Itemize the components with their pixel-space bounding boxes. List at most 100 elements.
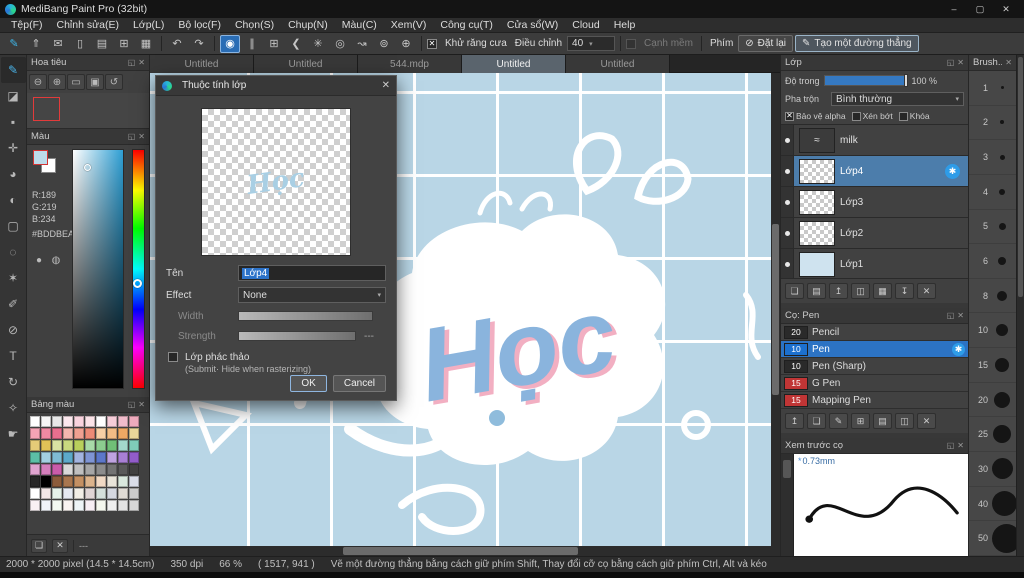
- palette-swatch[interactable]: [30, 452, 40, 463]
- effect-dropdown[interactable]: None ▾: [238, 287, 386, 303]
- brush-size-item[interactable]: 20: [969, 383, 1016, 418]
- brush-action-button[interactable]: ✎: [829, 413, 848, 429]
- brush-row[interactable]: 10 Pen: [781, 341, 968, 358]
- palette-swatch[interactable]: [52, 440, 62, 451]
- palette-swatch[interactable]: [41, 488, 51, 499]
- vertical-scroll-thumb[interactable]: [772, 224, 779, 395]
- vanishing-point-snap-button[interactable]: ❮: [286, 35, 306, 53]
- palette-swatch[interactable]: [30, 488, 40, 499]
- layer-action-button[interactable]: ◫: [851, 283, 870, 299]
- paint-mode-icon[interactable]: ✎: [4, 35, 24, 53]
- palette-swatch[interactable]: [96, 476, 106, 487]
- layer-action-button[interactable]: ❏: [785, 283, 804, 299]
- close-panel-icon[interactable]: ✕: [957, 441, 964, 450]
- palette-swatch[interactable]: [74, 500, 84, 511]
- palette-swatch[interactable]: [74, 416, 84, 427]
- protect-alpha-checkbox[interactable]: ✕: [785, 111, 794, 121]
- palette-swatch[interactable]: [41, 476, 51, 487]
- foreground-color-swatch[interactable]: [33, 150, 48, 165]
- actual-size-button[interactable]: ▣: [86, 74, 104, 90]
- menu-item[interactable]: Help: [607, 19, 643, 31]
- saturation-value-picker[interactable]: [72, 149, 124, 389]
- hue-indicator[interactable]: [133, 278, 142, 288]
- palette-swatch[interactable]: [85, 428, 95, 439]
- brush-row[interactable]: 20 Pencil: [781, 324, 968, 341]
- float-panel-icon[interactable]: ◱: [947, 58, 955, 67]
- cross-snap-button[interactable]: ⊞: [264, 35, 284, 53]
- color-wheel-toggle[interactable]: ●: [32, 253, 46, 267]
- palette-swatch[interactable]: [118, 452, 128, 463]
- palette-swatch[interactable]: [85, 488, 95, 499]
- layer-action-button[interactable]: ▤: [807, 283, 826, 299]
- select-eraser-tool[interactable]: ⊘: [1, 317, 26, 343]
- layer-action-button[interactable]: ▦: [873, 283, 892, 299]
- palette-swatch[interactable]: [30, 416, 40, 427]
- palette-swatch[interactable]: [74, 464, 84, 475]
- palette-swatch[interactable]: [85, 416, 95, 427]
- fill-tool[interactable]: ◕: [1, 161, 26, 187]
- snap-center-button[interactable]: ⊕: [396, 35, 416, 53]
- close-panel-icon[interactable]: ✕: [957, 58, 964, 67]
- palette-swatch[interactable]: [118, 428, 128, 439]
- brush-size-item[interactable]: 15: [969, 348, 1016, 383]
- navigator-viewport-rect[interactable]: [33, 97, 60, 121]
- palette-swatch[interactable]: [63, 416, 73, 427]
- brush-action-button[interactable]: ❏: [807, 413, 826, 429]
- select-pen-tool[interactable]: ✐: [1, 291, 26, 317]
- palette-swatch[interactable]: [74, 452, 84, 463]
- palette-swatch[interactable]: [96, 452, 106, 463]
- layer-visibility-toggle[interactable]: [781, 125, 794, 155]
- palette-swatch[interactable]: [63, 440, 73, 451]
- gradient-tool[interactable]: ◐: [1, 187, 26, 213]
- panel-scroll-thumb[interactable]: [1018, 57, 1023, 297]
- menu-item[interactable]: Công cụ(T): [433, 19, 500, 31]
- palette-swatch[interactable]: [30, 464, 40, 475]
- palette-swatch[interactable]: [129, 452, 139, 463]
- reset-rotation-button[interactable]: ↺: [105, 74, 123, 90]
- panel-scrollbar[interactable]: [1016, 55, 1024, 556]
- palette-swatch[interactable]: [107, 464, 117, 475]
- palette-swatch[interactable]: [129, 476, 139, 487]
- palette-swatch[interactable]: [107, 452, 117, 463]
- close-panel-icon[interactable]: ✕: [1005, 58, 1012, 67]
- palette-swatch[interactable]: [118, 416, 128, 427]
- document-tab[interactable]: Untitled: [254, 55, 358, 73]
- palette-swatch[interactable]: [63, 452, 73, 463]
- brush-action-button[interactable]: ↥: [785, 413, 804, 429]
- palette-swatch[interactable]: [129, 464, 139, 475]
- float-panel-icon[interactable]: ◱: [947, 441, 955, 450]
- brush-action-button[interactable]: ✕: [917, 413, 936, 429]
- palette-swatch[interactable]: [30, 476, 40, 487]
- palette-swatch[interactable]: [74, 428, 84, 439]
- close-button[interactable]: ✕: [993, 0, 1019, 18]
- menu-item[interactable]: Chụp(N): [281, 19, 335, 31]
- layer-row[interactable]: Lớp1: [781, 249, 968, 278]
- palette-swatch[interactable]: [129, 428, 139, 439]
- magic-wand-tool[interactable]: ✶: [1, 265, 26, 291]
- palette-swatch[interactable]: [118, 488, 128, 499]
- palette-swatch[interactable]: [107, 416, 117, 427]
- brush-tool[interactable]: ✎: [0, 57, 26, 83]
- brush-size-item[interactable]: 40: [969, 487, 1017, 522]
- close-panel-icon[interactable]: ✕: [957, 311, 964, 320]
- palette-swatch[interactable]: [85, 464, 95, 475]
- brush-size-item[interactable]: 6: [969, 244, 1016, 279]
- lock-checkbox[interactable]: [898, 111, 908, 121]
- opacity-slider-handle[interactable]: [903, 74, 908, 87]
- layer-row[interactable]: Lớp2: [781, 218, 968, 249]
- curve-snap-button[interactable]: ↝: [352, 35, 372, 53]
- float-panel-icon[interactable]: ◱: [128, 132, 136, 141]
- brush-size-item[interactable]: 50: [969, 521, 1021, 556]
- palette-swatch[interactable]: [63, 476, 73, 487]
- palette-swatch[interactable]: [52, 428, 62, 439]
- dialog-title-bar[interactable]: Thuộc tính lớp ✕: [156, 76, 396, 96]
- menu-item[interactable]: Xem(V): [384, 19, 434, 31]
- palette-swatch[interactable]: [41, 440, 51, 451]
- layer-name-input[interactable]: Lớp4: [238, 265, 386, 281]
- layer-settings-gear-icon[interactable]: [945, 163, 960, 179]
- palette-swatch[interactable]: [52, 476, 62, 487]
- brush-size-slider-thumb[interactable]: [783, 460, 791, 478]
- palette-swatch[interactable]: [74, 440, 84, 451]
- palette-swatch[interactable]: [96, 440, 106, 451]
- layer-visibility-toggle[interactable]: [781, 249, 794, 278]
